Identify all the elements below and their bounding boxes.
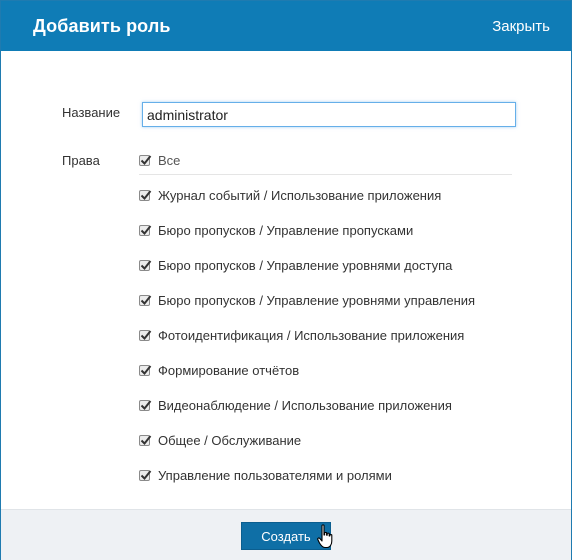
permission-label: Фотоидентификация / Использование прилож… — [158, 327, 465, 343]
checkmark-icon — [140, 469, 152, 480]
permission-checkbox[interactable]: Бюро пропусков / Управление пропусками — [139, 221, 413, 239]
permission-label: Управление пользователями и ролями — [158, 467, 392, 483]
checkmark-icon — [140, 329, 152, 340]
permission-checkbox-box[interactable] — [139, 329, 152, 341]
permission-label: Журнал событий / Использование приложени… — [158, 187, 442, 203]
checkmark-icon — [140, 224, 152, 235]
permission-checkbox[interactable]: Формирование отчётов — [139, 361, 299, 379]
permission-label: Видеонаблюдение / Использование приложен… — [158, 397, 452, 413]
permission-checkbox-box[interactable] — [139, 364, 152, 376]
checkmark-icon — [140, 154, 152, 165]
checkmark-icon — [140, 259, 152, 270]
dialog-title: Добавить роль — [33, 16, 171, 36]
checkmark-icon — [140, 399, 152, 410]
close-button[interactable]: Закрыть — [492, 18, 550, 35]
permission-checkbox[interactable]: Бюро пропусков / Управление уровнями дос… — [139, 256, 452, 274]
permission-checkbox[interactable]: Бюро пропусков / Управление уровнями упр… — [139, 291, 475, 309]
checkmark-icon — [140, 434, 152, 445]
permission-label: Бюро пропусков / Управление уровнями дос… — [158, 257, 453, 273]
checkbox-all[interactable]: Все — [139, 151, 180, 169]
permission-checkbox[interactable]: Фотоидентификация / Использование прилож… — [139, 326, 464, 344]
permission-checkbox-box[interactable] — [139, 469, 152, 481]
permission-checkbox[interactable]: Управление пользователями и ролями — [139, 466, 392, 484]
checkmark-icon — [140, 294, 152, 305]
checkbox-all-box[interactable] — [139, 154, 152, 166]
permission-label: Бюро пропусков / Управление пропусками — [158, 222, 414, 238]
permission-label: Формирование отчётов — [158, 362, 300, 378]
permission-label: Бюро пропусков / Управление уровнями упр… — [158, 292, 476, 308]
permission-label: Общее / Обслуживание — [158, 432, 302, 448]
permission-checkbox-box[interactable] — [139, 294, 152, 306]
permission-checkbox[interactable]: Видеонаблюдение / Использование приложен… — [139, 396, 452, 414]
checkmark-icon — [140, 364, 152, 375]
permission-checkbox[interactable]: Общее / Обслуживание — [139, 431, 301, 449]
hand-cursor-icon — [317, 524, 333, 549]
permission-checkbox-box[interactable] — [139, 259, 152, 271]
permission-checkbox-box[interactable] — [139, 189, 152, 201]
permission-checkbox[interactable]: Журнал событий / Использование приложени… — [139, 186, 441, 204]
name-label: Название — [62, 105, 121, 120]
permission-checkbox-box[interactable] — [139, 224, 152, 236]
rights-label: Права — [62, 153, 100, 168]
divider — [139, 174, 512, 175]
permission-checkbox-box[interactable] — [139, 434, 152, 446]
dialog-header: Добавить роль Закрыть — [1, 1, 571, 51]
dialog-footer: Создать — [1, 509, 571, 560]
role-name-input[interactable] — [142, 102, 516, 127]
permission-checkbox-box[interactable] — [139, 399, 152, 411]
checkmark-icon — [140, 189, 152, 200]
checkbox-all-label: Все — [158, 152, 181, 168]
add-role-dialog: Добавить роль Закрыть Название Права Все… — [0, 0, 572, 560]
